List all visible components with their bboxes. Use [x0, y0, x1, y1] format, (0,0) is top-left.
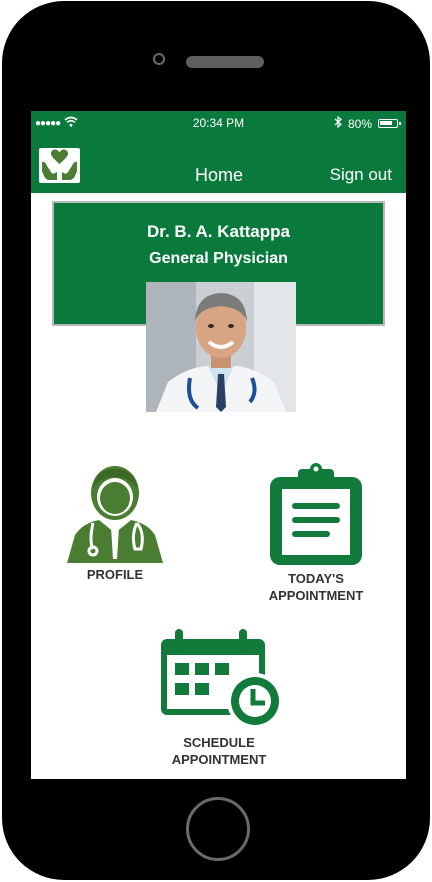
doctor-profile-icon — [65, 466, 165, 566]
battery-icon — [378, 119, 401, 128]
camera-lens — [153, 53, 165, 65]
profile-menu-item[interactable]: PROFILE — [55, 463, 175, 583]
status-bar: ●●●●● 20:34 PM 80% — [31, 111, 406, 137]
profile-label: PROFILE — [86, 567, 144, 582]
home-button[interactable] — [186, 797, 250, 861]
doctor-specialty: General Physician — [149, 250, 288, 267]
todays-appointment-label-line1: TODAY'S — [288, 571, 344, 586]
earpiece-speaker — [186, 56, 264, 68]
schedule-appointment-label-line1: SCHEDULE — [183, 735, 255, 750]
todays-appointment-label-line2: APPOINTMENT — [268, 588, 364, 603]
doctor-name: Dr. B. A. Kattappa — [147, 222, 290, 241]
app-screen: ●●●●● 20:34 PM 80% Home Sign out Dr. B. … — [31, 111, 406, 779]
doctor-photo — [146, 282, 296, 412]
nav-bar: Home Sign out — [31, 137, 406, 193]
page-title: Home — [195, 165, 244, 185]
sign-out-link[interactable]: Sign out — [330, 165, 392, 185]
schedule-appointment-label-line2: APPOINTMENT — [171, 752, 267, 767]
calendar-clock-icon — [153, 629, 285, 734]
bluetooth-icon — [334, 115, 342, 131]
todays-appointment-menu-item[interactable]: TODAY'S APPOINTMENT — [261, 463, 371, 604]
battery-percentage: 80% — [347, 116, 372, 131]
clipboard-icon — [266, 463, 366, 570]
battery-level — [380, 121, 392, 125]
phone-frame: ●●●●● 20:34 PM 80% Home Sign out Dr. B. … — [2, 1, 430, 880]
app-logo-icon[interactable] — [39, 148, 80, 183]
schedule-appointment-menu-item[interactable]: SCHEDULE APPOINTMENT — [149, 629, 289, 768]
